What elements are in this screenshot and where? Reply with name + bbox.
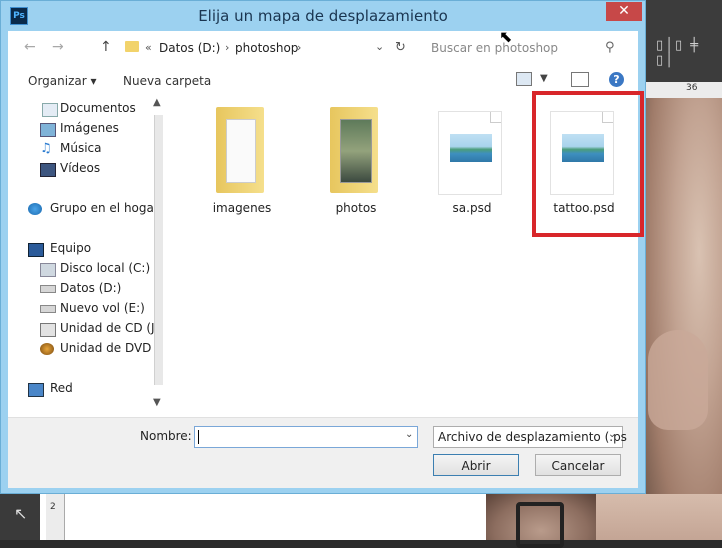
canvas-photo-lower <box>596 494 722 540</box>
up-arrow-icon[interactable]: ↑ <box>100 39 112 55</box>
music-icon: ♫ <box>40 141 52 156</box>
dialog-title: Elija un mapa de desplazamiento <box>198 7 448 25</box>
preview-pane-icon[interactable] <box>571 72 589 87</box>
tattoo-ink <box>516 502 564 548</box>
chevron-down-icon[interactable]: ⌄ <box>608 429 616 440</box>
drive-e-icon <box>40 305 56 313</box>
forward-arrow-icon[interactable]: → <box>52 39 64 55</box>
ruler-number: 2 <box>50 502 56 512</box>
filename-label: Nombre: <box>140 429 192 443</box>
view-options-icon[interactable] <box>516 72 532 86</box>
canvas-tattoo <box>486 494 596 548</box>
sidebar-item-datos-d[interactable]: Datos (D:) <box>60 281 121 295</box>
dialog-client: ← → ↑ « Datos (D:) › photoshop › ⌄ ↻ Bus… <box>8 31 644 488</box>
breadcrumb-overflow-icon[interactable]: « <box>145 41 152 54</box>
scroll-thumb[interactable] <box>154 115 163 385</box>
search-input[interactable]: Buscar en photoshop ⚲ <box>424 36 626 62</box>
sidebar-item-musica[interactable]: Música <box>60 141 102 155</box>
sidebar-item-imagenes[interactable]: Imágenes <box>60 121 119 135</box>
dialog-footer: Nombre: ⌄ Archivo de desplazamiento (.ps… <box>8 417 638 488</box>
homegroup-icon <box>28 203 42 215</box>
file-tile-sa-psd[interactable]: sa.psd <box>424 101 520 221</box>
landscape-thumbnail <box>450 134 492 162</box>
search-placeholder: Buscar en photoshop <box>431 41 559 55</box>
sidebar-item-nuevo-e[interactable]: Nuevo vol (E:) <box>60 301 145 315</box>
drive-c-icon <box>40 263 56 277</box>
sidebar-item-equipo[interactable]: Equipo <box>50 241 91 255</box>
close-button[interactable]: ✕ <box>606 2 642 21</box>
folder-preview <box>340 119 372 183</box>
move-tool-icon[interactable]: ↖ <box>14 504 27 523</box>
canvas-photo-detail <box>648 330 708 430</box>
sidebar-item-grupo-hogar[interactable]: Grupo en el hogar <box>50 201 159 215</box>
title-bar[interactable]: Ps Elija un mapa de desplazamiento ✕ <box>1 1 645 31</box>
organize-menu[interactable]: Organizar ▾ <box>28 74 97 88</box>
drive-d-icon <box>40 285 56 293</box>
videos-icon <box>40 163 56 177</box>
open-button[interactable]: Abrir <box>433 454 519 476</box>
photoshop-left-ruler: 2 <box>46 494 65 540</box>
folder-icon <box>216 107 264 193</box>
scroll-down-icon[interactable]: ▼ <box>153 397 161 408</box>
search-icon[interactable]: ⚲ <box>605 40 615 55</box>
file-type-value: Archivo de desplazamiento (.ps <box>438 430 627 444</box>
sidebar-scrollbar[interactable]: ▲ ▼ <box>150 97 166 417</box>
breadcrumb-chevron-icon[interactable]: › <box>225 41 229 54</box>
sidebar-item-red[interactable]: Red <box>50 381 73 395</box>
file-list: imagenes photos sa.psd tattoo.psd <box>166 91 644 417</box>
folder-icon <box>125 41 139 52</box>
filename-input[interactable]: ⌄ <box>194 426 418 448</box>
address-bar[interactable]: « Datos (D:) › photoshop › ⌄ ↻ <box>120 36 408 62</box>
highlight-box <box>532 91 644 237</box>
address-dropdown-icon[interactable]: ⌄ <box>375 40 384 53</box>
photoshop-toolbox: ↖ <box>0 494 40 540</box>
breadcrumb-datos[interactable]: Datos (D:) <box>159 41 220 55</box>
file-type-select[interactable]: Archivo de desplazamiento (.ps ⌄ <box>433 426 627 448</box>
psd-file-icon <box>438 111 502 195</box>
cd-drive-icon <box>40 323 56 337</box>
view-dropdown-icon[interactable]: ▼ <box>540 73 548 84</box>
text-caret <box>198 430 199 444</box>
help-icon[interactable]: ? <box>609 72 624 87</box>
file-name: imagenes <box>212 201 272 215</box>
open-file-dialog: Ps Elija un mapa de desplazamiento ✕ ← →… <box>0 0 646 494</box>
documents-icon <box>42 103 58 117</box>
mouse-cursor-icon: ⬉ <box>499 27 513 46</box>
file-name: photos <box>335 201 377 215</box>
canvas-photo <box>646 98 722 540</box>
sidebar-item-videos[interactable]: Vídeos <box>60 161 100 175</box>
file-name: sa.psd <box>452 201 492 215</box>
cancel-button[interactable]: Cancelar <box>535 454 621 476</box>
folder-icon <box>330 107 378 193</box>
sidebar-item-cd[interactable]: Unidad de CD (J: <box>60 321 159 335</box>
refresh-icon[interactable]: ↻ <box>395 40 406 55</box>
breadcrumb-chevron-icon[interactable]: › <box>297 41 301 54</box>
sidebar-item-disco-c[interactable]: Disco local (C:) <box>60 261 150 275</box>
network-icon <box>28 383 44 397</box>
sidebar-item-documentos[interactable]: Documentos <box>60 101 136 115</box>
file-tile-photos[interactable]: photos <box>308 101 404 221</box>
page-fold <box>490 112 501 123</box>
new-folder-button[interactable]: Nueva carpeta <box>123 74 211 88</box>
pictures-icon <box>40 123 56 137</box>
align-icons[interactable]: ▯│▯ ╪ ▯│ <box>656 38 722 68</box>
dvd-drive-icon <box>40 343 54 355</box>
scroll-up-icon[interactable]: ▲ <box>153 97 161 108</box>
folder-preview <box>226 119 256 183</box>
photoshop-top-ruler <box>646 82 722 99</box>
back-arrow-icon[interactable]: ← <box>24 39 36 55</box>
navigation-pane: Documentos Imágenes ♫ Música Vídeos Grup… <box>8 97 166 417</box>
sidebar-item-dvd[interactable]: Unidad de DVD ( <box>60 341 160 355</box>
breadcrumb-photoshop[interactable]: photoshop <box>235 41 298 55</box>
navigation-bar: ← → ↑ « Datos (D:) › photoshop › ⌄ ↻ Bus… <box>8 31 638 65</box>
file-tile-imagenes[interactable]: imagenes <box>194 101 290 221</box>
ruler-number: 36 <box>686 83 698 93</box>
computer-icon <box>28 243 44 257</box>
chevron-down-icon[interactable]: ⌄ <box>405 429 413 440</box>
